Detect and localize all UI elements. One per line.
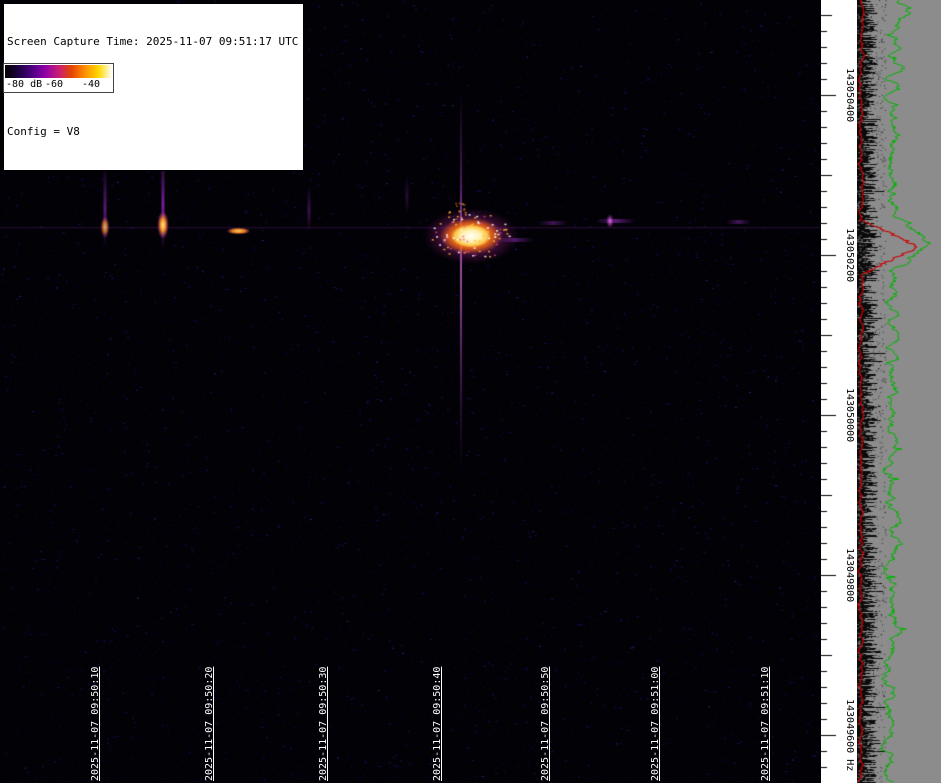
frequency-label-text: 143050000 [844, 388, 855, 442]
config-text: Config = V8 [7, 124, 298, 139]
frequency-label-text: 143050400 [844, 68, 855, 122]
frequency-ruler: 143050400 143050200 143050000 143049800 1430… [820, 0, 857, 783]
spectrum-panel-canvas [856, 0, 941, 783]
frequency-label-text: 143049800 [844, 548, 855, 602]
frequency-label-text: 143049600 Hz [844, 699, 855, 771]
colorbar: -80 dB -60 -40 [3, 63, 114, 93]
capture-time-text: Screen Capture Time: 2025-11-07 09:51:17… [7, 34, 298, 49]
colorbar-labels: -80 dB -60 -40 [5, 78, 112, 91]
colorbar-label-max: -40 [82, 79, 100, 90]
colorbar-gradient [5, 65, 112, 78]
colorbar-label-min: -80 dB [6, 79, 42, 90]
spectrum-capture-screen: Screen Capture Time: 2025-11-07 09:51:17… [0, 0, 941, 783]
colorbar-label-mid: -60 [45, 79, 63, 90]
frequency-label-text: 143050200 [844, 228, 855, 282]
